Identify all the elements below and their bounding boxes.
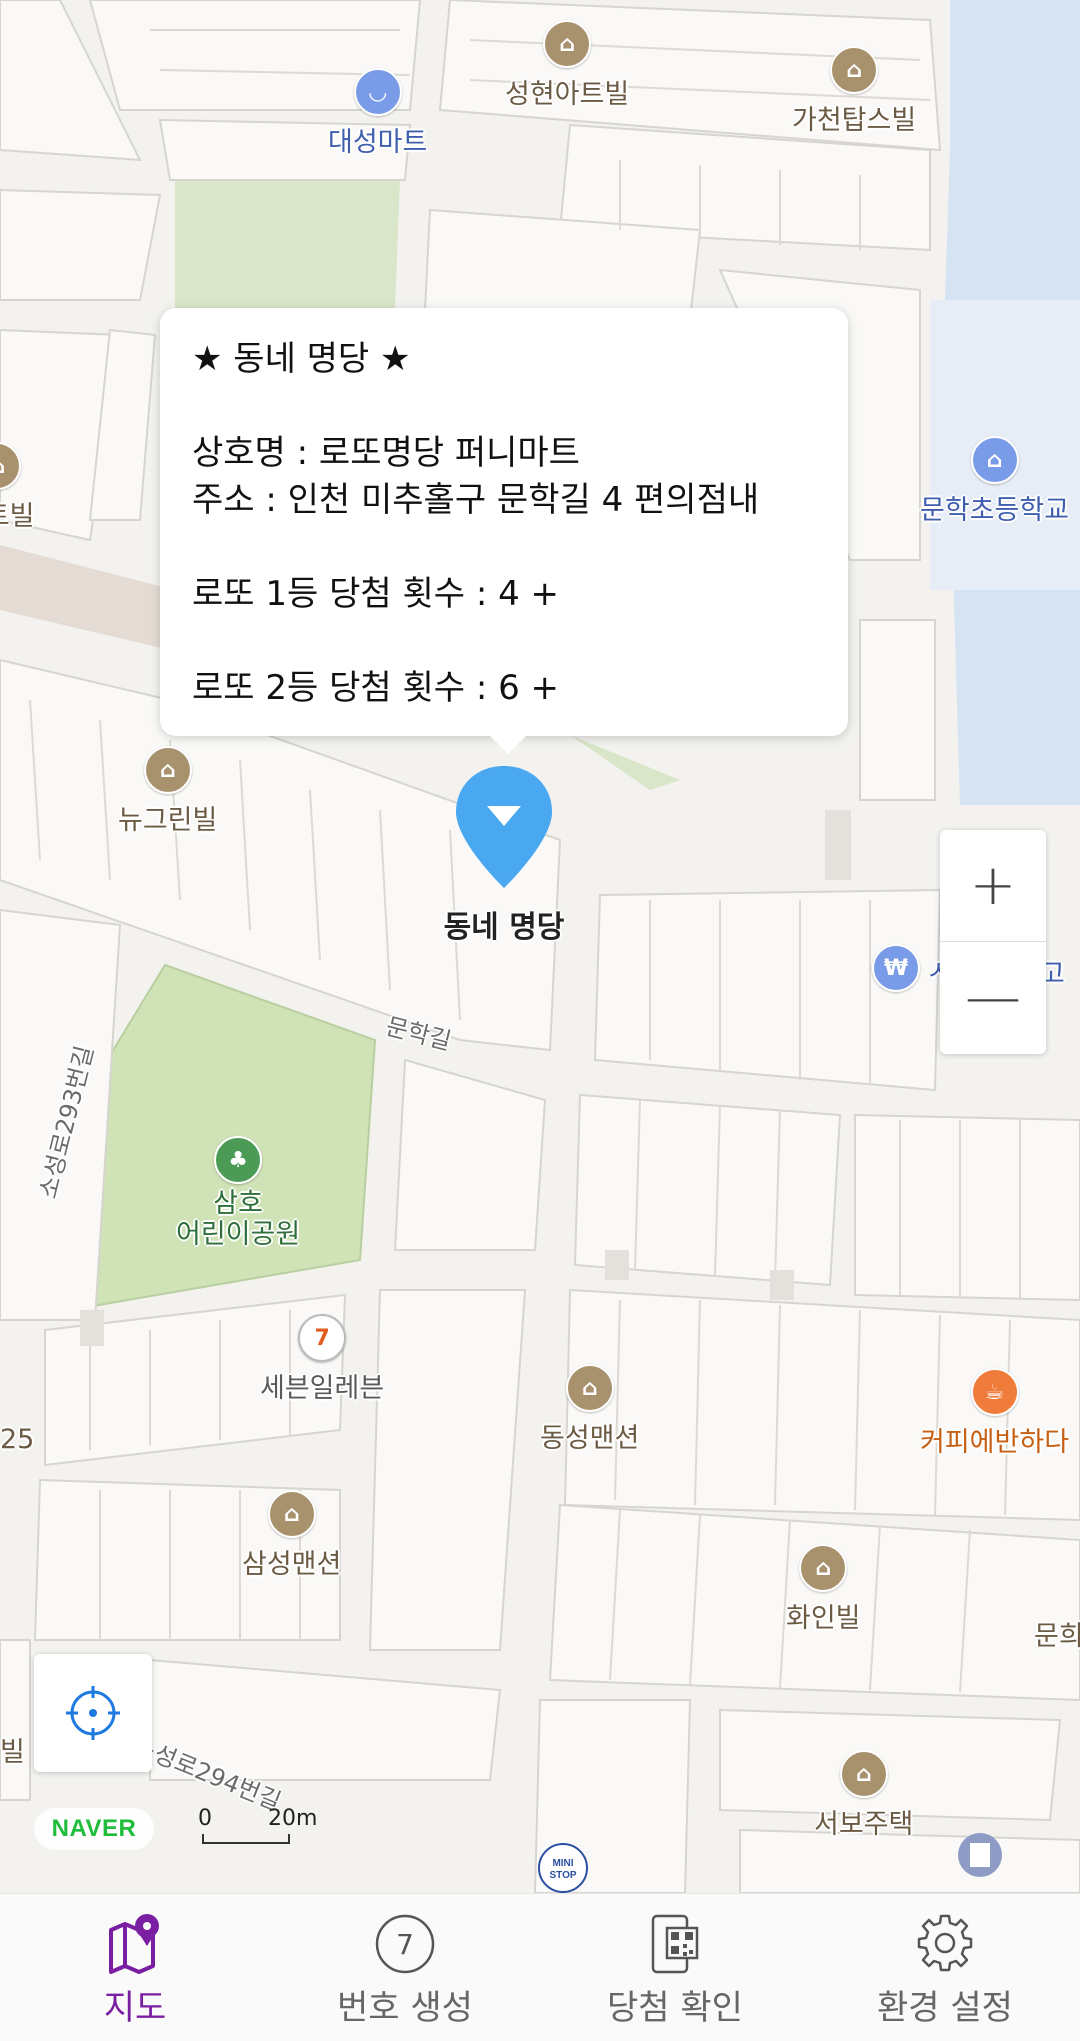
bank-icon: ₩	[872, 944, 920, 992]
crosshair-icon	[66, 1686, 120, 1740]
tab-label: 지도	[103, 1988, 167, 2028]
building-icon: ⌂	[0, 442, 22, 490]
poi-daesung-mart[interactable]: ◡ 대성마트	[328, 68, 427, 159]
poi-label-cut: 빌	[0, 1737, 25, 1768]
poi-hwainvill[interactable]: ⌂ 화인빌	[786, 1544, 861, 1635]
poi-artvill-left[interactable]: ⌂ 아트빌	[0, 442, 35, 533]
poi-label: 세븐일레븐	[260, 1373, 385, 1404]
building-icon: ⌂	[830, 46, 879, 94]
poi-label: 삼호 어린이공원	[176, 1188, 301, 1251]
poi-label: 서보주택	[814, 1809, 914, 1840]
poi-label: 문학초등학교	[920, 495, 1070, 526]
building-icon: ⌂	[143, 746, 192, 794]
scale-zero: 0	[198, 1806, 212, 1831]
poi-label-cut: 문희	[1034, 1621, 1080, 1652]
bottom-navigation: 지도 7 번호 생성 당첨 확인 환경 설정	[0, 1893, 1080, 2041]
popup-first-prize: 로또 1등 당첨 횟수 : 4 +	[192, 574, 560, 614]
store-info-popup[interactable]: ★ 동네 명당 ★ 상호명 : 로또명당 퍼니마트 주소 : 인천 미추홀구 문…	[160, 308, 848, 754]
poi-label: 성현아트빌	[505, 79, 630, 110]
poi-label: 가천탑스빌	[792, 105, 917, 136]
convenience-store-icon: 7	[298, 1314, 347, 1362]
tab-label: 번호 생성	[337, 1988, 473, 2028]
poi-gacheon-topsvill[interactable]: ⌂ 가천탑스빌	[792, 46, 916, 137]
poi-samsung-mansion[interactable]: ⌂ 삼성맨션	[242, 1490, 341, 1581]
poi-new-greenvill[interactable]: ⌂ 뉴그린빌	[118, 746, 217, 837]
tab-settings[interactable]: 환경 설정	[810, 1894, 1080, 2041]
tab-win-check[interactable]: 당첨 확인	[540, 1894, 810, 2041]
building-icon: ⌂	[267, 1490, 316, 1538]
poi-seven-eleven[interactable]: 7 세븐일레븐	[260, 1314, 384, 1405]
popup-second-prize: 로또 2등 당첨 횟수 : 6 +	[192, 668, 560, 708]
tab-label: 환경 설정	[877, 1988, 1013, 2028]
poi-label-cut: 25	[0, 1424, 35, 1455]
poi-label: 화인빌	[786, 1603, 861, 1634]
tab-number-generate[interactable]: 7 번호 생성	[270, 1894, 540, 2041]
poi-label: 삼성맨션	[242, 1549, 342, 1580]
poi-munhak-elementary[interactable]: ⌂ 문학초등학교	[920, 436, 1069, 527]
poi-dongsung-mansion[interactable]: ⌂ 동성맨션	[540, 1364, 639, 1455]
ball-number: 7	[396, 1928, 414, 1961]
poi-label: 커피에반하다	[920, 1427, 1070, 1458]
popup-address: 주소 : 인천 미추홀구 문학길 4 편의점내	[192, 480, 760, 520]
number-ball-icon: 7	[375, 1914, 435, 1974]
tab-label: 당첨 확인	[607, 1988, 743, 2028]
poi-label: 동성맨션	[540, 1423, 640, 1454]
map-pin-icon	[109, 1914, 159, 1974]
svg-text:STOP: STOP	[549, 1870, 576, 1881]
building-icon: ⌂	[543, 20, 592, 68]
popup-title: ★ 동네 명당 ★	[192, 339, 411, 379]
map-scale: 0 20m	[198, 1806, 318, 1846]
poi-coffee-banhada[interactable]: ☕ 커피에반하다	[920, 1368, 1069, 1459]
svg-text:MINI: MINI	[552, 1858, 573, 1869]
tab-map[interactable]: 지도	[0, 1894, 270, 2041]
poi-seonghyeon-artvill[interactable]: ⌂ 성현아트빌	[505, 20, 629, 111]
building-icon: ⌂	[799, 1544, 848, 1592]
shopping-basket-icon: ◡	[353, 68, 402, 116]
zoom-in-button[interactable]: +	[940, 830, 1046, 941]
marker-label: 동네 명당	[443, 910, 565, 945]
poi-label: 아트빌	[0, 501, 35, 532]
poi-label: 대성마트	[328, 127, 428, 158]
current-location-button[interactable]	[34, 1654, 152, 1772]
naver-logo[interactable]: NAVER	[34, 1808, 154, 1850]
school-icon: ⌂	[970, 436, 1019, 484]
poi-seobo-house[interactable]: ⌂ 서보주택	[814, 1750, 913, 1841]
building-icon: ⌂	[839, 1750, 888, 1798]
popup-store-name: 상호명 : 로또명당 퍼니마트	[192, 433, 580, 473]
scale-distance: 20m	[268, 1806, 318, 1831]
zoom-control: + —	[940, 830, 1046, 1054]
tree-icon: ♣	[214, 1136, 263, 1184]
qr-phone-icon	[651, 1914, 699, 1974]
building-icon: ⌂	[565, 1364, 614, 1412]
zoom-out-button[interactable]: —	[940, 942, 1046, 1053]
location-marker-icon[interactable]	[452, 762, 556, 892]
map-view[interactable]: MINI STOP ⌂ 성현아트빌 ⌂ 가천탑스빌 ◡ 대성마트 ⌂ 아트빌 ⌂…	[0, 0, 1080, 1893]
gear-icon	[917, 1914, 973, 1972]
poi-label: 뉴그린빌	[118, 805, 218, 836]
poi-samho-park[interactable]: ♣ 삼호 어린이공원	[176, 1136, 300, 1250]
coffee-icon: ☕	[970, 1368, 1019, 1416]
